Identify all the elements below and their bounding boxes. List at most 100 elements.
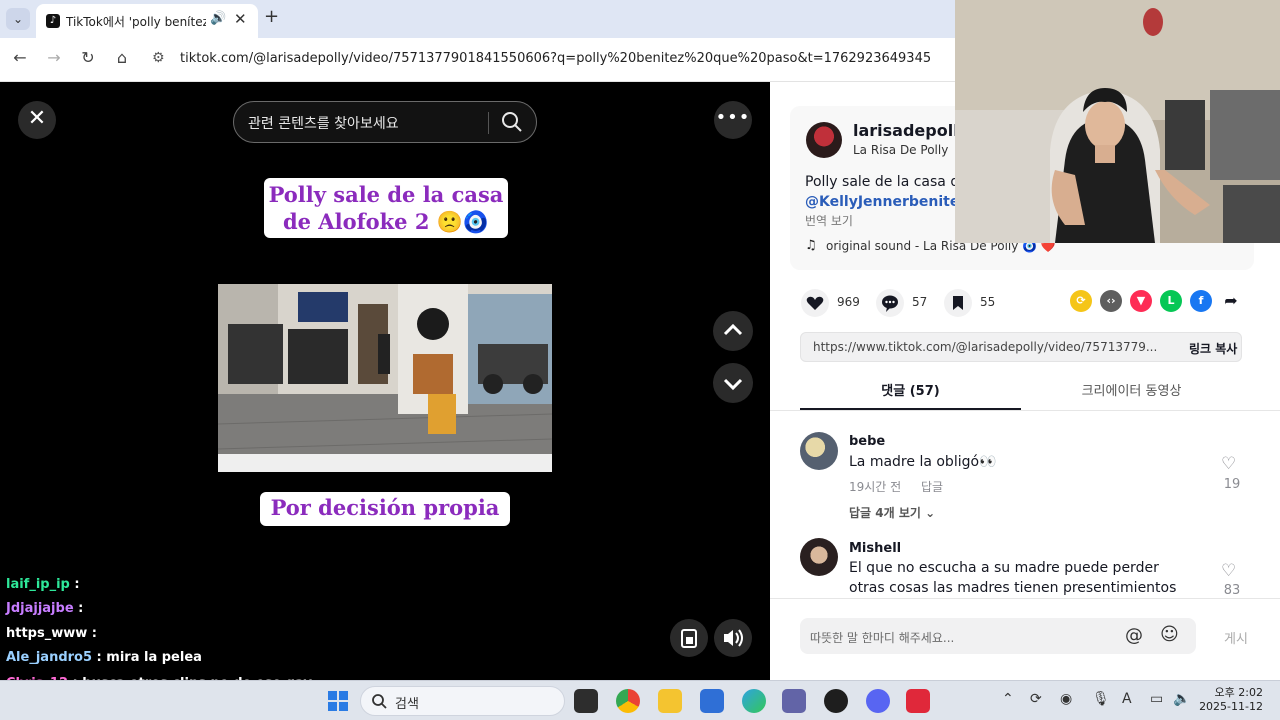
comment-avatar[interactable]	[800, 432, 838, 470]
windows-start-icon[interactable]	[326, 689, 350, 713]
chat-text: mira la pelea	[106, 650, 202, 665]
tab-creator-videos[interactable]: 크리에이터 동영상	[1021, 380, 1242, 410]
new-tab-button[interactable]: +	[264, 6, 279, 27]
chat-separator: :	[69, 577, 80, 592]
caption-top-line1: Polly sale de la casa	[268, 182, 504, 207]
tray-sync-icon[interactable]: ⟳	[1030, 691, 1042, 707]
tray-app-icon[interactable]: ◉	[1060, 691, 1072, 707]
address-bar[interactable]: tiktok.com/@larisadepolly/video/75713779…	[180, 51, 931, 66]
post-comment-button[interactable]: 게시	[1224, 628, 1248, 647]
comment-input[interactable]: 따뜻한 말 한마디 해주세요... @ ☺	[800, 618, 1196, 654]
taskbar-time[interactable]: 오후 2:02	[1203, 684, 1263, 700]
comment-like-icon[interactable]: ♡	[1221, 454, 1236, 474]
comment-like-count: 83	[1223, 583, 1241, 598]
author-avatar[interactable]	[806, 122, 842, 158]
tab-audio-icon[interactable]: 🔊	[210, 11, 226, 26]
comment-text: La madre la obligó👀	[849, 454, 997, 470]
speaker-icon[interactable]: 🔈	[1173, 691, 1190, 707]
related-search-placeholder: 관련 콘텐츠를 찾아보세요	[248, 116, 399, 132]
comment-avatar[interactable]	[800, 538, 838, 576]
teams-icon[interactable]	[782, 689, 806, 713]
previous-video-button[interactable]	[713, 311, 753, 351]
comment-like-count: 19	[1223, 477, 1241, 492]
input-method-icon[interactable]: A	[1122, 691, 1132, 707]
search-divider	[488, 112, 489, 134]
chat-message: https_www :	[6, 626, 97, 641]
volume-button[interactable]	[714, 619, 752, 657]
webcam-overlay	[955, 0, 1280, 243]
chat-separator: :	[87, 626, 97, 641]
chat-username: Ale_jandro5	[6, 650, 93, 665]
translate-link[interactable]: 번역 보기	[805, 212, 853, 229]
chat-username: https_www	[6, 626, 88, 641]
chat-message: laif_ip_ip :	[6, 577, 80, 592]
taskbar-search-input[interactable]: 검색	[360, 686, 565, 716]
browser-tab-bar: ⌄ ♪ TikTok에서 'polly benítez q 🔊 ✕ +	[0, 0, 955, 38]
back-icon[interactable]: ←	[9, 48, 31, 67]
facebook-share-icon[interactable]: f	[1190, 290, 1212, 312]
discord-icon[interactable]	[866, 689, 890, 713]
browser-tab-active[interactable]: ♪ TikTok에서 'polly benítez q 🔊 ✕	[36, 4, 258, 38]
store-icon[interactable]	[700, 689, 724, 713]
video-player: ✕ 관련 콘텐츠를 찾아보세요 ••• Polly sale de la cas…	[0, 82, 770, 680]
comment-author[interactable]: Mishell	[849, 541, 901, 556]
next-video-button[interactable]	[713, 363, 753, 403]
obs-icon[interactable]	[824, 689, 848, 713]
tab-close-icon[interactable]: ✕	[234, 10, 247, 28]
copy-link-button[interactable]: 링크 복사	[1189, 340, 1237, 357]
save-count: 55	[980, 295, 996, 309]
edge-icon[interactable]	[742, 689, 766, 713]
home-icon[interactable]: ⌂	[111, 48, 133, 67]
line-share-icon[interactable]: L	[1160, 290, 1182, 312]
chevron-up-icon	[723, 323, 743, 336]
mention-icon[interactable]: @	[1125, 625, 1143, 646]
reply-button[interactable]: 답글	[921, 478, 943, 495]
more-share-icon[interactable]: ➦	[1220, 290, 1242, 312]
site-settings-icon[interactable]: ⚙	[152, 50, 165, 66]
share-link-url[interactable]: https://www.tiktok.com/@larisadepolly/vi…	[813, 340, 1157, 354]
repost-icon[interactable]: ⟳	[1070, 290, 1092, 312]
video-frame[interactable]	[218, 284, 552, 472]
video-caption-top: Polly sale de la casa de Alofoke 2 🙁🧿	[264, 178, 508, 238]
comment-author[interactable]: bebe	[849, 434, 885, 449]
forward-icon[interactable]: →	[43, 48, 65, 67]
chevron-down-icon	[723, 378, 743, 391]
browser-nav-bar: ← → ↻ ⌂ ⚙ tiktok.com/@larisadepolly/vide…	[0, 38, 955, 82]
comment-time: 19시간 전	[849, 480, 902, 494]
related-search-input[interactable]: 관련 콘텐츠를 찾아보세요	[233, 101, 537, 143]
file-explorer-icon[interactable]	[658, 689, 682, 713]
view-replies-button[interactable]: 답글 4개 보기 ⌄	[849, 504, 935, 521]
comment-input-divider	[770, 598, 1280, 599]
tray-overflow-icon[interactable]: ⌃	[1002, 691, 1014, 707]
picture-in-picture-button[interactable]	[670, 619, 708, 657]
author-nickname: La Risa De Polly	[853, 143, 949, 157]
close-video-button[interactable]: ✕	[18, 101, 56, 139]
taskbar-date[interactable]: 2025-11-12	[1193, 700, 1263, 713]
bookmark-icon	[944, 289, 972, 317]
emoji-icon[interactable]: ☺	[1160, 624, 1179, 645]
video-caption-bottom: Por decisión propia	[260, 492, 510, 526]
reload-icon[interactable]: ↻	[77, 48, 99, 67]
tab-comments[interactable]: 댓글 (57)	[800, 380, 1021, 410]
author-username[interactable]: larisadepolly	[853, 121, 969, 140]
chat-message: Jdjajjajbe :	[6, 601, 83, 616]
chrome-icon[interactable]	[616, 689, 640, 713]
windows-taskbar: 검색 ⌃ ⟳ ◉ 🎙 A ▭ 🔈 오후 2:02 2025-11-12	[0, 680, 1280, 720]
microphone-icon[interactable]: 🎙	[1092, 691, 1110, 707]
heart-icon	[801, 289, 829, 317]
app-red-icon[interactable]	[906, 689, 930, 713]
volume-icon	[724, 629, 743, 647]
embed-icon[interactable]: ‹›	[1100, 290, 1122, 312]
more-options-button[interactable]: •••	[714, 101, 752, 139]
network-icon[interactable]: ▭	[1150, 691, 1163, 707]
search-icon[interactable]	[500, 110, 524, 134]
chat-message: Ale_jandro5 : mira la pelea	[6, 650, 202, 665]
comment-like-icon[interactable]: ♡	[1221, 561, 1236, 581]
taskbar-search-icon	[372, 694, 387, 709]
like-count: 969	[837, 295, 860, 309]
tabs-divider	[770, 410, 1280, 411]
send-icon[interactable]: ▼	[1130, 290, 1152, 312]
post-mention-link[interactable]: @KellyJennerbenitez	[805, 194, 967, 210]
tab-search-chevron-icon[interactable]: ⌄	[6, 8, 30, 30]
task-view-icon[interactable]	[574, 689, 598, 713]
